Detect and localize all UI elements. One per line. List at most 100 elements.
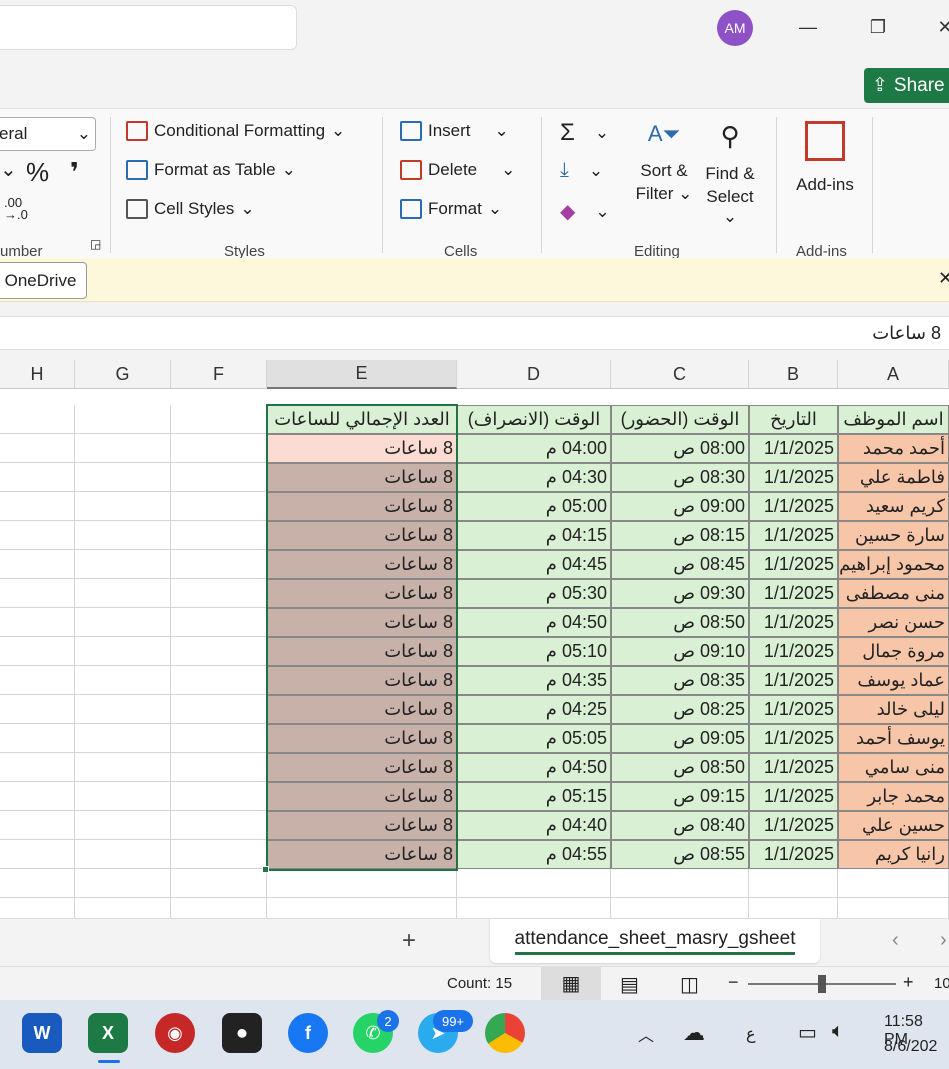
scroll-right-icon[interactable]: › bbox=[940, 929, 947, 952]
cell-e14[interactable]: 8 ساعات bbox=[267, 782, 457, 811]
format-cells-button[interactable]: Format ⌄ bbox=[400, 199, 502, 219]
empty-cell[interactable] bbox=[0, 405, 75, 434]
chevron-up-icon[interactable]: ︿ bbox=[638, 1022, 654, 1046]
cell-c9[interactable]: 09:10 ص bbox=[611, 637, 749, 666]
cell-e16[interactable]: 8 ساعات bbox=[267, 840, 457, 869]
empty-cell[interactable] bbox=[75, 840, 171, 869]
empty-cell[interactable] bbox=[171, 637, 267, 666]
empty-cell[interactable] bbox=[75, 811, 171, 840]
cell-b12[interactable]: 1/1/2025 bbox=[749, 724, 838, 753]
cell-b10[interactable]: 1/1/2025 bbox=[749, 666, 838, 695]
cell-e15[interactable]: 8 ساعات bbox=[267, 811, 457, 840]
empty-cell[interactable] bbox=[75, 550, 171, 579]
cell-a15[interactable]: حسين علي bbox=[838, 811, 949, 840]
column-header-d[interactable]: D bbox=[457, 360, 611, 389]
cell-e7[interactable]: 8 ساعات bbox=[267, 579, 457, 608]
empty-cell[interactable] bbox=[171, 695, 267, 724]
cell-a7[interactable]: منى مصطفى bbox=[838, 579, 949, 608]
empty-cell[interactable] bbox=[171, 753, 267, 782]
facebook-icon[interactable]: f bbox=[288, 1013, 328, 1053]
scroll-left-icon[interactable]: ‹ bbox=[892, 929, 899, 952]
zoom-in-button[interactable]: + bbox=[903, 972, 914, 993]
header-cell-e[interactable]: العدد الإجمالي للساعات bbox=[267, 405, 457, 434]
onedrive-button[interactable]: OneDrive bbox=[0, 262, 87, 299]
screen-recorder-icon[interactable]: ⏺ bbox=[222, 1013, 262, 1053]
empty-cell[interactable] bbox=[75, 724, 171, 753]
cell-c3[interactable]: 08:30 ص bbox=[611, 463, 749, 492]
empty-cell[interactable] bbox=[0, 869, 75, 898]
empty-cell[interactable] bbox=[75, 782, 171, 811]
column-header-f[interactable]: F bbox=[171, 360, 267, 389]
empty-cell[interactable] bbox=[749, 869, 838, 898]
chevron-down-icon[interactable]: ⌄ bbox=[0, 157, 17, 182]
empty-cell[interactable] bbox=[171, 463, 267, 492]
empty-cell[interactable] bbox=[0, 608, 75, 637]
cell-e10[interactable]: 8 ساعات bbox=[267, 666, 457, 695]
empty-cell[interactable] bbox=[171, 840, 267, 869]
cell-b5[interactable]: 1/1/2025 bbox=[749, 521, 838, 550]
empty-cell[interactable] bbox=[75, 463, 171, 492]
excel-icon[interactable]: X bbox=[88, 1013, 128, 1053]
cell-a2[interactable]: أحمد محمد bbox=[838, 434, 949, 463]
add-sheet-button[interactable]: + bbox=[402, 927, 416, 955]
column-header-c[interactable]: C bbox=[611, 360, 749, 389]
cell-b3[interactable]: 1/1/2025 bbox=[749, 463, 838, 492]
cell-c4[interactable]: 09:00 ص bbox=[611, 492, 749, 521]
cell-styles-button[interactable]: Cell Styles ⌄ bbox=[126, 199, 255, 219]
comma-style-button[interactable]: ❜ bbox=[70, 157, 79, 188]
empty-cell[interactable] bbox=[0, 637, 75, 666]
sheet-tab[interactable]: attendance_sheet_masry_gsheet bbox=[490, 919, 820, 963]
page-layout-button[interactable]: ▤ bbox=[620, 972, 639, 997]
autosum-button[interactable]: Σ ⌄ bbox=[560, 119, 609, 147]
cell-a12[interactable]: يوسف أحمد bbox=[838, 724, 949, 753]
user-avatar[interactable]: AM bbox=[717, 10, 753, 46]
empty-cell[interactable] bbox=[0, 434, 75, 463]
cell-d13[interactable]: 04:50 م bbox=[457, 753, 611, 782]
empty-cell[interactable] bbox=[75, 405, 171, 434]
empty-cell[interactable] bbox=[171, 492, 267, 521]
cloud-icon[interactable]: ☁ bbox=[683, 1020, 705, 1046]
cell-e4[interactable]: 8 ساعات bbox=[267, 492, 457, 521]
cell-d6[interactable]: 04:45 م bbox=[457, 550, 611, 579]
cell-d8[interactable]: 04:50 م bbox=[457, 608, 611, 637]
cell-d3[interactable]: 04:30 م bbox=[457, 463, 611, 492]
cell-e9[interactable]: 8 ساعات bbox=[267, 637, 457, 666]
cell-a4[interactable]: كريم سعيد bbox=[838, 492, 949, 521]
empty-cell[interactable] bbox=[0, 666, 75, 695]
format-as-table-button[interactable]: Format as Table ⌄ bbox=[126, 160, 296, 180]
empty-cell[interactable] bbox=[0, 463, 75, 492]
cell-e5[interactable]: 8 ساعات bbox=[267, 521, 457, 550]
cell-d15[interactable]: 04:40 م bbox=[457, 811, 611, 840]
empty-cell[interactable] bbox=[171, 811, 267, 840]
cell-a11[interactable]: ليلى خالد bbox=[838, 695, 949, 724]
empty-cell[interactable] bbox=[171, 579, 267, 608]
cell-a16[interactable]: رانيا كريم bbox=[838, 840, 949, 869]
formula-bar[interactable]: 8 ساعات bbox=[0, 316, 949, 350]
empty-cell[interactable] bbox=[171, 405, 267, 434]
cell-e8[interactable]: 8 ساعات bbox=[267, 608, 457, 637]
cell-a6[interactable]: محمود إبراهيم bbox=[838, 550, 949, 579]
normal-view-button[interactable]: ▦ bbox=[541, 967, 601, 1000]
restore-button[interactable]: ❐ bbox=[863, 12, 893, 42]
delete-cells-button[interactable]: Delete ⌄ bbox=[400, 160, 515, 180]
decrease-decimal-button[interactable]: .00 →.0 bbox=[4, 196, 28, 221]
cell-c7[interactable]: 09:30 ص bbox=[611, 579, 749, 608]
cell-e2[interactable]: 8 ساعات bbox=[267, 434, 457, 463]
cell-c16[interactable]: 08:55 ص bbox=[611, 840, 749, 869]
cell-a5[interactable]: سارة حسين bbox=[838, 521, 949, 550]
cell-c14[interactable]: 09:15 ص bbox=[611, 782, 749, 811]
empty-cell[interactable] bbox=[75, 869, 171, 898]
cell-e6[interactable]: 8 ساعات bbox=[267, 550, 457, 579]
cell-b2[interactable]: 1/1/2025 bbox=[749, 434, 838, 463]
cell-b15[interactable]: 1/1/2025 bbox=[749, 811, 838, 840]
cell-c15[interactable]: 08:40 ص bbox=[611, 811, 749, 840]
empty-cell[interactable] bbox=[0, 492, 75, 521]
cell-c5[interactable]: 08:15 ص bbox=[611, 521, 749, 550]
cell-a3[interactable]: فاطمة علي bbox=[838, 463, 949, 492]
keyboard-language[interactable]: ع bbox=[746, 1024, 756, 1044]
cell-b7[interactable]: 1/1/2025 bbox=[749, 579, 838, 608]
empty-cell[interactable] bbox=[171, 434, 267, 463]
cell-d2[interactable]: 04:00 م bbox=[457, 434, 611, 463]
empty-cell[interactable] bbox=[75, 492, 171, 521]
empty-cell[interactable] bbox=[75, 666, 171, 695]
